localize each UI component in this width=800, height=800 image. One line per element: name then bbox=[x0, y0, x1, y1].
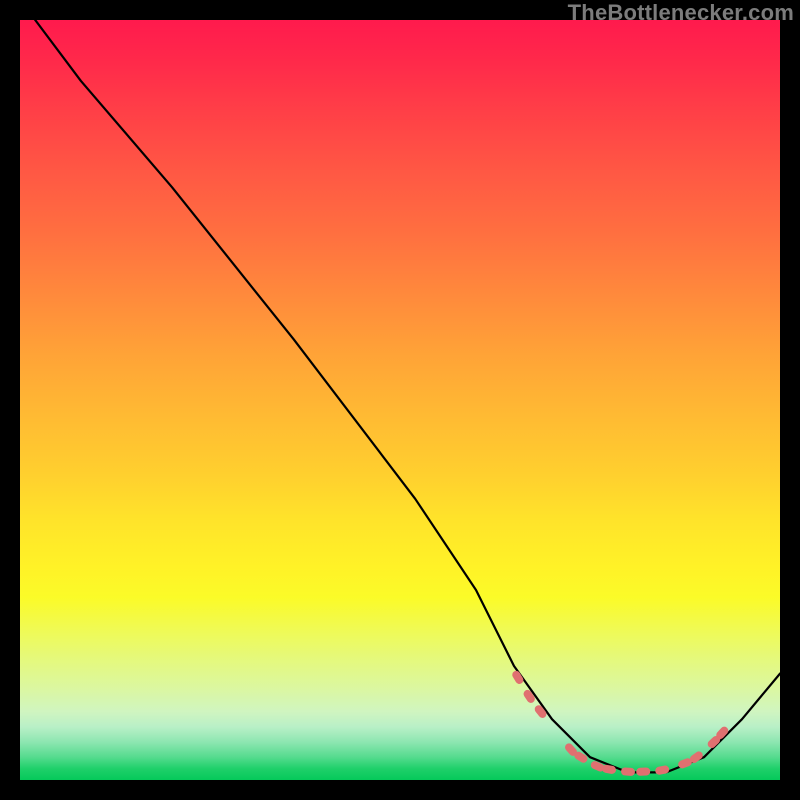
chart-plot-area bbox=[20, 20, 780, 780]
chart-curve bbox=[35, 20, 780, 772]
chart-container: TheBottlenecker.com bbox=[0, 0, 800, 800]
chart-markers bbox=[511, 669, 730, 776]
chart-svg bbox=[20, 20, 780, 780]
